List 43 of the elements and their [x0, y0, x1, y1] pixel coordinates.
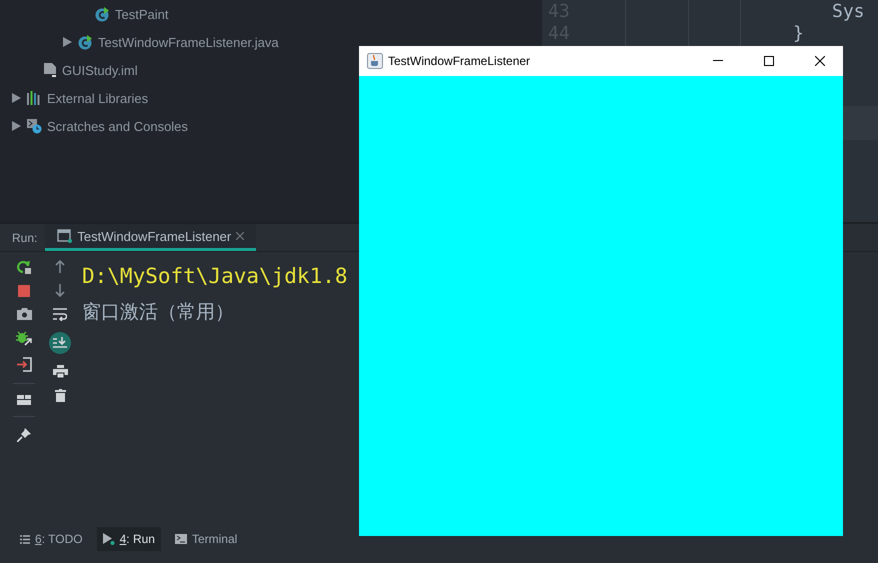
- soft-wrap-icon[interactable]: [53, 308, 67, 321]
- expand-arrow-icon[interactable]: [63, 37, 72, 47]
- code-line: }: [793, 22, 804, 44]
- down-arrow-icon[interactable]: [55, 284, 65, 297]
- terminal-icon: [174, 534, 187, 544]
- bug-icon[interactable]: [16, 331, 32, 346]
- class-icon: [95, 6, 110, 22]
- coffee-cup-icon: [367, 53, 383, 69]
- play-icon: [102, 533, 115, 545]
- tree-item[interactable]: External Libraries: [47, 90, 148, 106]
- tree-item[interactable]: TestWindowFrameListener.java: [98, 34, 279, 50]
- scratches-icon: [27, 118, 42, 134]
- tree-item[interactable]: Scratches and Consoles: [47, 118, 188, 134]
- tree-item[interactable]: TestPaint: [115, 6, 168, 22]
- tool-window-button[interactable]: Terminal: [168, 527, 244, 551]
- tool-window-button[interactable]: 6: TODO: [14, 527, 89, 551]
- console-line: 窗口激活（常用）: [82, 300, 235, 325]
- run-tab[interactable]: TestWindowFrameListener: [45, 224, 256, 251]
- maximize-icon[interactable]: [764, 56, 774, 66]
- console-line: D:\MySoft\Java\jdk1.8: [82, 263, 348, 290]
- pin-icon[interactable]: [17, 428, 31, 442]
- class-icon: [78, 34, 93, 50]
- expand-arrow-icon[interactable]: [12, 121, 21, 131]
- panel-label: Run:: [11, 230, 38, 246]
- minimize-icon[interactable]: [713, 60, 723, 62]
- close-icon[interactable]: [815, 56, 825, 66]
- expand-arrow-icon[interactable]: [12, 93, 21, 103]
- rerun-icon[interactable]: [17, 260, 31, 274]
- print-icon[interactable]: [52, 365, 68, 378]
- file-icon: [44, 62, 57, 78]
- camera-icon[interactable]: [16, 308, 32, 320]
- tree-item[interactable]: GUIStudy.iml: [62, 62, 138, 78]
- window-title: TestWindowFrameListener: [388, 54, 532, 68]
- code-line: Sys: [832, 0, 865, 22]
- scroll-to-end-icon[interactable]: [49, 332, 71, 354]
- up-arrow-icon[interactable]: [55, 260, 65, 273]
- window-icon: [57, 229, 72, 243]
- trash-icon[interactable]: [54, 389, 66, 402]
- tool-window-button[interactable]: 4: Run: [96, 527, 161, 551]
- list-icon: [20, 534, 30, 544]
- login-icon[interactable]: [16, 357, 32, 372]
- library-icon: [27, 91, 42, 105]
- layout-icon[interactable]: [17, 395, 31, 405]
